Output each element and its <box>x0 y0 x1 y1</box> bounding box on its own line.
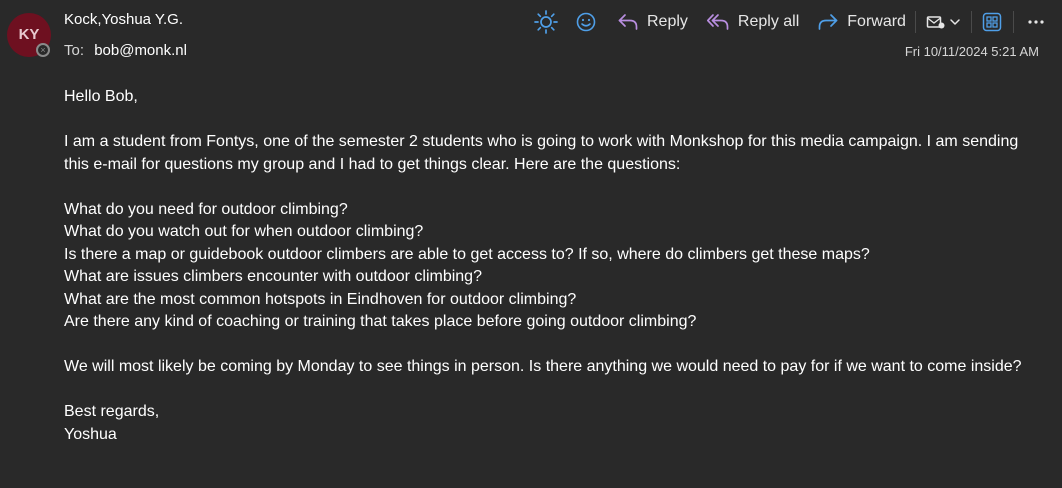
forward-label: Forward <box>847 13 906 30</box>
question-line: What are issues climbers encounter with … <box>64 268 482 285</box>
sun-icon <box>533 9 559 35</box>
apps-button[interactable] <box>982 8 1002 36</box>
reply-all-label: Reply all <box>737 13 800 30</box>
sent-date: Fri 10/11/2024 5:21 AM <box>904 44 1039 59</box>
forward-icon <box>817 12 839 32</box>
closing-paragraph: We will most likely be coming by Monday … <box>64 358 1022 375</box>
mark-unread-dropdown[interactable] <box>949 8 961 36</box>
immersive-reader-button[interactable] <box>533 8 559 36</box>
chevron-down-icon <box>949 17 961 27</box>
message-body: Hello Bob, I am a student from Fontys, o… <box>64 86 1039 446</box>
avatar-initials: KY <box>18 25 40 43</box>
reply-all-icon <box>706 12 730 32</box>
reply-all-button[interactable]: Reply all <box>706 8 799 36</box>
more-icon <box>1027 19 1045 25</box>
forward-button[interactable]: Forward <box>817 8 906 36</box>
toolbar-separator <box>970 11 972 33</box>
question-line: Are there any kind of coaching or traini… <box>64 313 697 330</box>
toolbar-separator <box>914 11 916 33</box>
question-line: What do you watch out for when outdoor c… <box>64 223 424 240</box>
to-label: To: <box>64 42 85 59</box>
mark-unread-button[interactable] <box>926 8 946 36</box>
question-line: What do you need for outdoor climbing? <box>64 200 348 218</box>
sender-name[interactable]: Kock,Yoshua Y.G. <box>64 11 183 28</box>
intro-paragraph: I am a student from Fontys, one of the s… <box>64 133 1019 173</box>
more-actions-button[interactable] <box>1027 8 1045 36</box>
recipient-address[interactable]: bob@monk.nl <box>94 42 187 59</box>
signature: Yoshua <box>64 425 117 443</box>
smiley-icon <box>575 11 597 33</box>
tag-icon <box>926 14 946 30</box>
reply-button[interactable]: Reply <box>617 8 688 36</box>
sign-off: Best regards, <box>64 403 160 420</box>
toolbar-separator <box>1012 11 1014 33</box>
react-button[interactable] <box>575 8 597 36</box>
question-line: Is there a map or guidebook outdoor clim… <box>64 245 870 263</box>
reply-icon <box>617 12 639 32</box>
reply-label: Reply <box>647 13 688 30</box>
offline-status-icon: × <box>36 43 50 57</box>
message-toolbar: Reply Reply all Forward <box>533 8 1045 36</box>
question-line: What are the most common hotspots in Ein… <box>64 290 577 308</box>
recipient-line: To: bob@monk.nl <box>64 42 187 59</box>
apps-icon <box>982 12 1002 32</box>
greeting: Hello Bob, <box>64 88 138 105</box>
